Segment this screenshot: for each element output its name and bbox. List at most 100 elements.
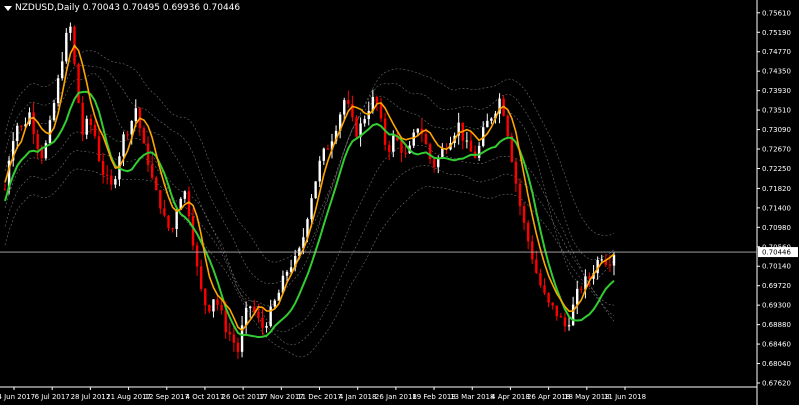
candle-body xyxy=(543,285,546,294)
y-tick-label: 0.69720 xyxy=(762,282,791,290)
candle-body xyxy=(388,144,391,152)
candle-body xyxy=(126,134,129,136)
y-tick-label: 0.73090 xyxy=(762,126,791,134)
candle-body xyxy=(212,299,215,312)
candle-body xyxy=(105,174,109,176)
fast-ma-line xyxy=(4,44,615,332)
candle-body xyxy=(122,134,125,157)
candle-body xyxy=(612,254,616,266)
ohlc-values: 0.70043 0.70495 0.69936 0.70446 xyxy=(82,3,241,13)
candle-body xyxy=(310,198,313,220)
candle-body xyxy=(567,325,571,327)
x-tick-label: 28 Jul 2017 xyxy=(71,393,111,401)
candle-body xyxy=(477,145,481,158)
chart-window[interactable]: 0.75610 0.75190 0.74770 0.74350 0.73930 0.735… xyxy=(0,0,799,405)
candle-body xyxy=(576,288,579,305)
triangle-down-icon[interactable] xyxy=(4,5,12,11)
y-tick-label: 0.75610 xyxy=(762,9,791,17)
y-tick-label: 0.74350 xyxy=(762,68,791,76)
moving-average-lines xyxy=(4,44,615,339)
candle-body xyxy=(363,119,366,124)
y-tick-label: 0.72670 xyxy=(762,146,791,154)
x-tick-label: 4 Apr 2018 xyxy=(491,393,530,401)
candle-body xyxy=(608,264,612,266)
candle-body xyxy=(224,310,227,333)
y-tick-label: 0.67620 xyxy=(762,380,791,388)
candlesticks xyxy=(3,22,616,359)
candle-body xyxy=(273,300,276,307)
candle-body xyxy=(514,161,518,184)
candle-body xyxy=(93,125,97,137)
candle-body xyxy=(232,334,236,343)
candle-body xyxy=(36,134,39,150)
y-tick-label: 0.72250 xyxy=(762,165,791,173)
candle-body xyxy=(150,164,154,178)
candle-body xyxy=(285,271,289,276)
x-tick-label: 18 May 2018 xyxy=(564,393,610,401)
candle-body xyxy=(518,183,522,207)
candle-body xyxy=(81,102,84,135)
candle-body xyxy=(216,299,219,305)
current-price-label: 0.70446 xyxy=(762,249,791,257)
candle-body xyxy=(469,140,473,152)
candle-body xyxy=(40,149,43,159)
candle-body xyxy=(163,208,166,216)
x-tick-label: 11 Jun 2018 xyxy=(604,393,646,401)
candle-body xyxy=(110,175,113,185)
candle-body xyxy=(142,128,146,144)
candle-body xyxy=(16,125,19,142)
candle-body xyxy=(20,125,23,127)
candle-body xyxy=(114,179,117,185)
candle-body xyxy=(412,132,415,146)
time-axis: 14 Jun 20176 Jul 201728 Jul 201721 Aug 2… xyxy=(0,386,757,401)
candle-body xyxy=(167,215,170,229)
candle-body xyxy=(428,144,432,160)
candle-body xyxy=(52,103,56,121)
candle-body xyxy=(375,96,379,104)
x-tick-label: 13 Mar 2018 xyxy=(450,393,494,401)
candle-body xyxy=(208,305,211,312)
candle-body xyxy=(236,342,240,352)
candle-body xyxy=(580,288,583,290)
candle-body xyxy=(416,128,420,133)
candle-body xyxy=(183,191,187,199)
candle-body xyxy=(506,115,509,137)
candle-body xyxy=(61,61,64,79)
candle-body xyxy=(191,216,195,246)
candle-body xyxy=(249,306,252,308)
candle-body xyxy=(89,118,93,126)
symbol-label: NZDUSD,Daily xyxy=(15,3,80,13)
price-chart[interactable]: 0.75610 0.75190 0.74770 0.74350 0.73930 0.735… xyxy=(0,0,799,405)
candle-body xyxy=(343,100,346,115)
y-tick-label: 0.73930 xyxy=(762,87,791,95)
envelope-line xyxy=(4,150,615,346)
y-tick-label: 0.69300 xyxy=(762,302,791,310)
candle-body xyxy=(314,181,317,199)
candle-body xyxy=(547,293,550,303)
candle-body xyxy=(424,133,428,145)
candle-body xyxy=(101,160,105,175)
x-tick-label: 26 Jan 2018 xyxy=(375,393,417,401)
candle-body xyxy=(134,108,137,122)
candle-body xyxy=(559,316,563,318)
candle-body xyxy=(244,307,248,326)
candle-body xyxy=(347,100,350,104)
y-tick-label: 0.74770 xyxy=(762,48,791,56)
candle-body xyxy=(535,259,538,274)
candle-body xyxy=(159,190,162,209)
candle-body xyxy=(379,103,383,119)
candle-body xyxy=(465,140,469,142)
candle-body xyxy=(155,177,158,191)
x-tick-label: 4 Oct 2017 xyxy=(186,393,225,401)
candle-body xyxy=(220,304,223,311)
candle-body xyxy=(571,304,575,326)
candle-body xyxy=(441,148,444,158)
candle-body xyxy=(261,317,264,328)
candle-body xyxy=(199,266,203,289)
envelope-line xyxy=(4,168,615,358)
y-tick-label: 0.68040 xyxy=(762,360,791,368)
candle-body xyxy=(228,332,231,335)
candle-body xyxy=(269,306,272,326)
y-tick-label: 0.70980 xyxy=(762,224,791,232)
y-tick-label: 0.70140 xyxy=(762,263,791,271)
